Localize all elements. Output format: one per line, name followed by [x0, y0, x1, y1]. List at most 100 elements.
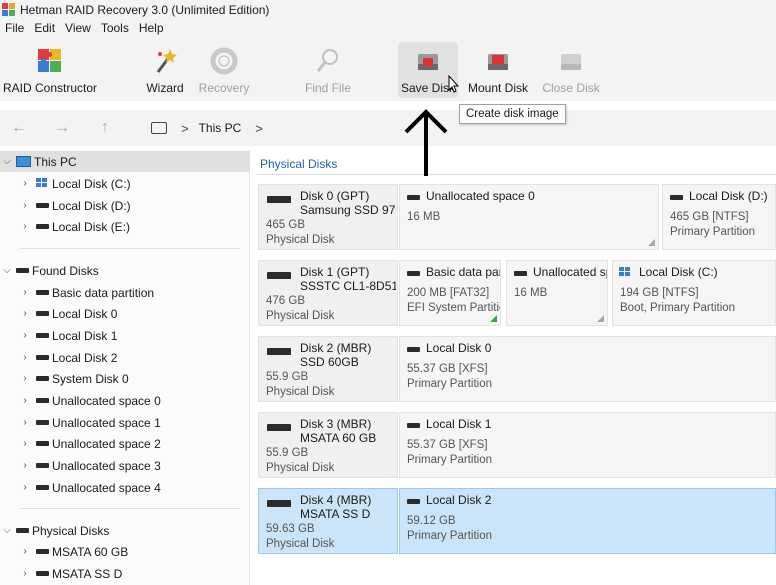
tree-item-physical-disks[interactable]: ⌵ Physical Disks — [0, 520, 250, 541]
chevron-right-icon[interactable]: › — [20, 438, 30, 449]
chevron-right-icon[interactable]: › — [20, 568, 30, 579]
disk-icon — [670, 195, 683, 200]
chevron-right-icon[interactable]: › — [20, 221, 30, 232]
partition-size: 55.37 GB [XFS] — [407, 363, 488, 375]
raid-constructor-button[interactable]: RAID Constructor — [3, 42, 97, 98]
tree-item-found-disk[interactable]: › Unallocated space 4 — [0, 477, 250, 498]
disk-name: Disk 2 (MBR) SSD 60GB — [300, 341, 372, 369]
partition-card[interactable]: Local Disk 2 59.12 GB Primary Partition — [399, 488, 776, 554]
disk-row[interactable]: Disk 3 (MBR) MSATA 60 GB 55.9 GB Physical… — [258, 412, 776, 478]
tree-item-found-disk[interactable]: › Unallocated space 2 — [0, 433, 250, 454]
tree-item-found-disk[interactable]: › Unallocated space 1 — [0, 412, 250, 433]
disk-card[interactable]: Disk 3 (MBR) MSATA 60 GB 55.9 GB Physical… — [258, 412, 398, 478]
partition-card[interactable]: Local Disk 0 55.37 GB [XFS] Primary Part… — [399, 336, 776, 402]
disk-icon — [407, 271, 420, 276]
disk-card[interactable]: Disk 4 (MBR) MSATA SS D 59.63 GB Physical… — [258, 488, 398, 554]
tree-label: Physical Disks — [32, 523, 110, 538]
chevron-down-icon[interactable]: ⌵ — [2, 525, 12, 536]
windows-icon — [619, 267, 632, 278]
partition-name: Local Disk (C:) — [639, 265, 718, 279]
chevron-right-icon[interactable]: › — [20, 546, 30, 557]
tree-item-found-disk[interactable]: › Unallocated space 3 — [0, 455, 250, 476]
disk-icon — [36, 311, 49, 316]
tree-item-found-disk[interactable]: › Local Disk 0 — [0, 303, 250, 324]
disk-icon — [407, 195, 420, 200]
tree-item-local-disk-d[interactable]: › Local Disk (D:) — [0, 195, 250, 216]
recovery-label: Recovery — [198, 81, 250, 95]
tree-item-found-disks[interactable]: ⌵ Found Disks — [0, 260, 250, 281]
disk-size: 476 GB — [266, 295, 305, 307]
menu-tools[interactable]: Tools — [96, 21, 134, 35]
disk-card[interactable]: Disk 2 (MBR) SSD 60GB 55.9 GB Physical Di… — [258, 336, 398, 402]
chevron-right-icon[interactable]: › — [20, 395, 30, 406]
chevron-right-icon[interactable]: › — [20, 287, 30, 298]
partition-size: 16 MB — [407, 211, 441, 223]
partition-card[interactable]: Local Disk 1 55.37 GB [XFS] Primary Part… — [399, 412, 776, 478]
close-disk-label: Close Disk — [542, 81, 600, 95]
tree-item-physical-disk[interactable]: › MSATA 60 GB — [0, 541, 250, 562]
find-file-button[interactable]: Find File — [302, 42, 354, 98]
chevron-down-icon[interactable]: ⌵ — [2, 156, 12, 167]
forward-button[interactable]: → — [51, 118, 73, 138]
up-button[interactable]: ↑ — [94, 118, 116, 138]
search-icon — [313, 46, 343, 76]
mount-disk-button[interactable]: Mount Disk — [467, 42, 529, 98]
tree-item-this-pc[interactable]: ⌵ This PC — [0, 151, 250, 172]
menu-help[interactable]: Help — [134, 21, 169, 35]
disk-icon — [36, 355, 49, 360]
computer-icon — [151, 122, 167, 134]
chevron-right-icon[interactable]: › — [20, 308, 30, 319]
disk-row[interactable]: Disk 0 (GPT)Samsung SSD 970 EVO 465 GB P… — [258, 184, 776, 250]
tree-item-physical-disk[interactable]: › MSATA SS D — [0, 563, 250, 584]
wizard-button[interactable]: Wizard — [142, 42, 188, 98]
chevron-right-icon[interactable]: › — [20, 417, 30, 428]
recovery-button[interactable]: Recovery — [198, 42, 250, 98]
disk-icon — [36, 333, 49, 338]
disk-card[interactable]: Disk 1 (GPT)SSSTC CL1-8D512-HP 476 GB Ph… — [258, 260, 398, 326]
menu-view[interactable]: View — [60, 21, 96, 35]
partition-card[interactable]: Unallocated space 0 16 MB — [399, 184, 659, 250]
close-disk-button[interactable]: Close Disk — [541, 42, 601, 98]
tree-item-found-disk[interactable]: › Local Disk 1 — [0, 325, 250, 346]
chevron-right-icon[interactable]: › — [20, 373, 30, 384]
partition-card[interactable]: Unallocated space 16 MB — [506, 260, 608, 326]
tree-item-local-disk-e[interactable]: › Local Disk (E:) — [0, 216, 250, 237]
tree-label: System Disk 0 — [52, 371, 129, 386]
tree-item-found-disk[interactable]: › System Disk 0 — [0, 368, 250, 389]
back-button[interactable]: ← — [8, 118, 30, 138]
chevron-down-icon[interactable]: ⌵ — [2, 265, 12, 276]
chevron-right-icon[interactable]: › — [20, 200, 30, 211]
tree-item-found-disk[interactable]: › Unallocated space 0 — [0, 390, 250, 411]
breadcrumb-separator[interactable]: > — [255, 121, 263, 136]
breadcrumb-this-pc[interactable]: This PC — [199, 121, 242, 135]
corner-indicator — [597, 315, 604, 322]
partition-size: 16 MB — [514, 287, 548, 299]
disk-row[interactable]: Disk 2 (MBR) SSD 60GB 55.9 GB Physical Di… — [258, 336, 776, 402]
partition-size: 55.37 GB [XFS] — [407, 439, 488, 451]
tree-item-found-disk[interactable]: › Basic data partition — [0, 282, 250, 303]
chevron-right-icon[interactable]: › — [20, 460, 30, 471]
disk-row[interactable]: Disk 1 (GPT)SSSTC CL1-8D512-HP 476 GB Ph… — [258, 260, 776, 326]
chevron-right-icon[interactable]: › — [20, 482, 30, 493]
chevron-right-icon[interactable]: › — [20, 178, 30, 189]
disk-icon — [36, 420, 49, 425]
mount-disk-label: Mount Disk — [467, 81, 529, 95]
partition-card[interactable]: Basic data partition 200 MB [FAT32] EFI … — [399, 260, 501, 326]
menu-file[interactable]: File — [0, 21, 29, 35]
disk-card[interactable]: Disk 0 (GPT)Samsung SSD 970 EVO 465 GB P… — [258, 184, 398, 250]
partition-card[interactable]: Local Disk (D:) 465 GB [NTFS] Primary Pa… — [662, 184, 776, 250]
tree-item-local-disk-c[interactable]: › Local Disk (C:) — [0, 173, 250, 194]
tree-item-found-disk[interactable]: › Local Disk 2 — [0, 347, 250, 368]
partition-type: Primary Partition — [407, 454, 492, 466]
disk-icon — [36, 549, 49, 554]
tree-label: Unallocated space 2 — [52, 436, 161, 451]
wizard-label: Wizard — [146, 81, 184, 95]
chevron-right-icon[interactable]: › — [20, 330, 30, 341]
app-icon — [2, 2, 16, 17]
disk-row-selected[interactable]: Disk 4 (MBR) MSATA SS D 59.63 GB Physical… — [258, 488, 776, 554]
chevron-right-icon[interactable]: › — [20, 352, 30, 363]
menu-edit[interactable]: Edit — [29, 21, 60, 35]
address-bar[interactable]: > This PC > — [143, 116, 773, 140]
close-disk-icon — [556, 46, 586, 76]
partition-card[interactable]: Local Disk (C:) 194 GB [NTFS] Boot, Prim… — [612, 260, 776, 326]
